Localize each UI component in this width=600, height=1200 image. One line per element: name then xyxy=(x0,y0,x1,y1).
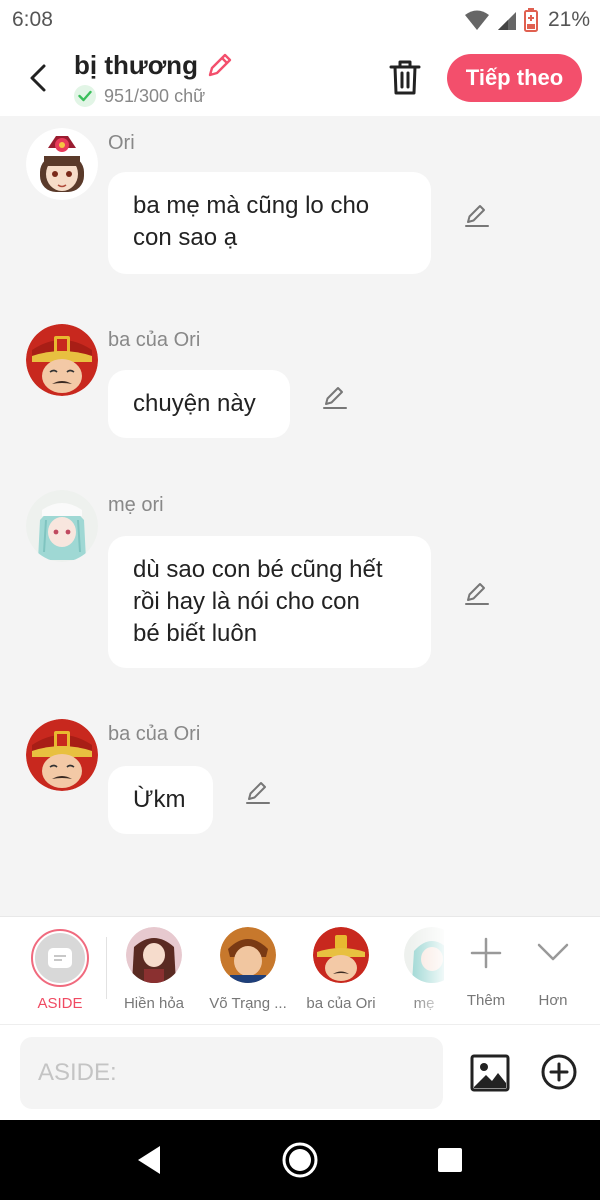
message-line: rồi hay là nói cho con xyxy=(133,588,360,615)
edit-icon[interactable] xyxy=(243,777,273,807)
image-icon[interactable] xyxy=(470,1053,510,1093)
plus-icon xyxy=(470,937,502,969)
character-strip: ASIDE Hiền hỏa Võ Trạng ... ba của Ori m… xyxy=(0,916,600,1025)
message-line: chuyện này xyxy=(133,390,256,417)
next-button[interactable]: Tiếp theo xyxy=(447,54,582,102)
character-label: ba của Ori xyxy=(306,995,376,1012)
nav-back-icon[interactable] xyxy=(134,1144,164,1176)
message-line: bé biết luôn xyxy=(133,620,258,647)
pencil-icon[interactable] xyxy=(204,51,234,81)
signal-icon xyxy=(497,12,516,30)
input-bar xyxy=(0,1024,600,1120)
avatar-me-ori[interactable] xyxy=(26,490,98,562)
avatar-ori[interactable] xyxy=(26,128,98,200)
strip-divider xyxy=(106,937,107,999)
message-line: Ừkm xyxy=(133,786,186,813)
character-label: Võ Trạng ... xyxy=(209,995,287,1012)
avatar-ba-cua-ori[interactable] xyxy=(26,324,98,396)
aside-bubble-icon xyxy=(48,948,72,968)
aside-avatar xyxy=(31,929,89,987)
chat-area: Ori ba mẹ mà cũng lo cho con sao ạ ba củ… xyxy=(0,116,600,916)
character-aside[interactable]: ASIDE xyxy=(20,927,100,1012)
add-character-button[interactable]: Thêm xyxy=(462,927,510,1009)
sender-name: ba của Ori xyxy=(108,723,201,745)
character-hien-hoa[interactable]: Hiền hỏa xyxy=(118,927,190,1012)
back-button[interactable] xyxy=(18,58,58,98)
avatar-ba-cua-ori[interactable] xyxy=(26,719,98,791)
edit-icon[interactable] xyxy=(462,578,492,608)
wifi-icon xyxy=(464,10,489,30)
character-label: ASIDE xyxy=(37,995,83,1012)
title-area: bị thương 951/300 chữ xyxy=(74,50,234,107)
edit-icon[interactable] xyxy=(462,200,492,230)
sender-name: mẹ ori xyxy=(108,494,164,516)
system-nav-bar xyxy=(0,1120,600,1200)
strip-fade xyxy=(410,917,450,1025)
check-icon xyxy=(74,85,96,107)
message-bubble[interactable]: chuyện này xyxy=(108,370,290,438)
add-circle-icon[interactable] xyxy=(540,1053,578,1091)
message-line: con sao ạ xyxy=(133,224,238,251)
header: bị thương 951/300 chữ Tiếp theo xyxy=(0,40,600,116)
sender-name: ba của Ori xyxy=(108,329,201,351)
chevron-down-icon xyxy=(537,943,569,961)
edit-icon[interactable] xyxy=(320,382,350,412)
character-vo-trang[interactable]: Võ Trạng ... xyxy=(206,927,290,1012)
message-bubble[interactable]: Ừkm xyxy=(108,766,213,834)
nav-home-icon[interactable] xyxy=(280,1140,320,1180)
character-label: Hiền hỏa xyxy=(123,995,185,1012)
character-avatar xyxy=(313,927,369,983)
add-character-label: Thêm xyxy=(466,992,506,1009)
sender-name: Ori xyxy=(108,132,135,154)
battery-percent: 21% xyxy=(547,8,590,31)
character-avatar xyxy=(220,927,276,983)
status-time: 6:08 xyxy=(12,8,53,31)
trash-icon[interactable] xyxy=(386,58,424,98)
character-avatar xyxy=(126,927,182,983)
character-ba-cua-ori[interactable]: ba của Ori xyxy=(304,927,378,1012)
word-count: 951/300 chữ xyxy=(104,85,206,106)
page-title: bị thương xyxy=(74,50,198,80)
status-bar: 6:08 21% xyxy=(0,0,600,40)
status-icons: 21% xyxy=(464,6,590,34)
battery-icon xyxy=(523,8,538,32)
more-label: Hơn xyxy=(538,992,568,1009)
message-bubble[interactable]: dù sao con bé cũng hết rồi hay là nói ch… xyxy=(108,536,431,668)
aside-input[interactable] xyxy=(20,1037,443,1109)
message-line: ba mẹ mà cũng lo cho xyxy=(133,192,370,219)
more-button[interactable]: Hơn xyxy=(530,927,576,1009)
message-bubble[interactable]: ba mẹ mà cũng lo cho con sao ạ xyxy=(108,172,431,274)
back-arrow-icon xyxy=(30,64,46,92)
nav-recent-icon[interactable] xyxy=(438,1148,462,1172)
message-line: dù sao con bé cũng hết xyxy=(133,556,383,583)
